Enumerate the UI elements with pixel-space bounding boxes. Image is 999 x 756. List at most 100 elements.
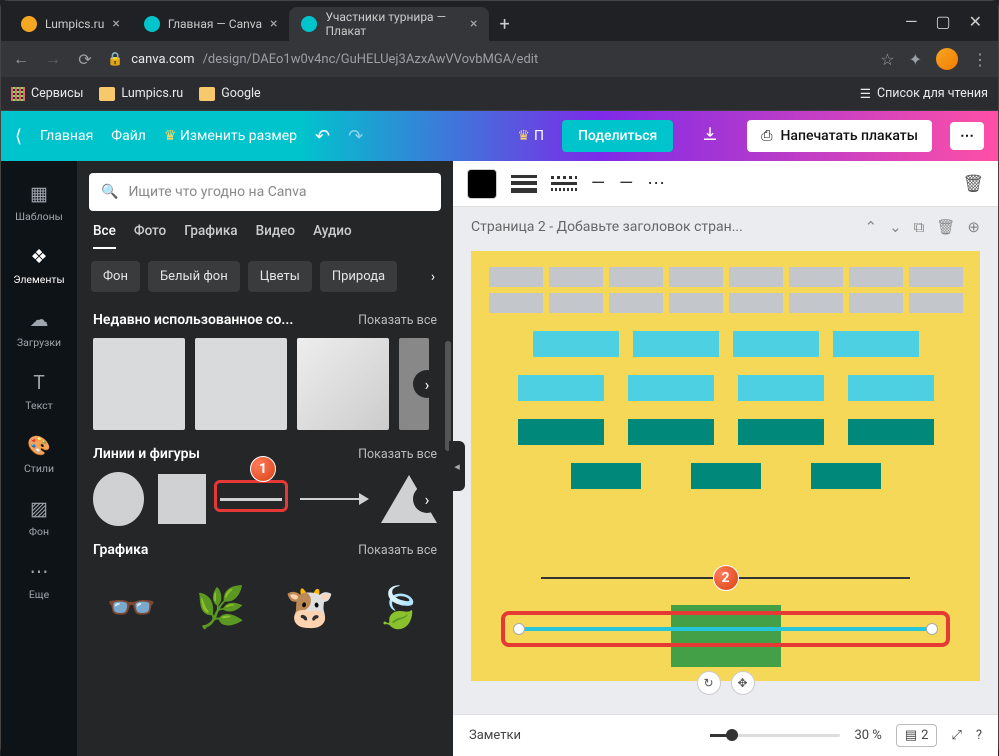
tab-canva-design[interactable]: Участники турнира — Плакат × <box>289 7 489 41</box>
tab-title: Главная — Canva <box>168 17 262 31</box>
rail-elements[interactable]: ❖Элементы <box>1 234 77 297</box>
chevron-right-icon[interactable]: › <box>413 370 441 398</box>
pro-badge[interactable]: ♛П <box>517 128 544 144</box>
section-recent: Недавно использованное со...Показать все… <box>77 304 453 438</box>
shape-square[interactable] <box>158 474 206 524</box>
workspace: ▦Шаблоны ❖Элементы ☁Загрузки TТекст 🎨Сти… <box>1 161 998 756</box>
canvas[interactable]: 2 ↻ ✥ <box>453 247 998 714</box>
resize-handle[interactable] <box>513 623 525 635</box>
duplicate-icon[interactable]: ⧉ <box>914 218 925 236</box>
graphic-item[interactable]: 🌿 <box>182 568 259 646</box>
tab-graphics[interactable]: Графика <box>184 223 237 249</box>
chip-whitebg[interactable]: Белый фон <box>148 261 240 292</box>
maximize-icon[interactable]: ▢ <box>935 12 950 31</box>
rail-text[interactable]: TТекст <box>1 360 77 423</box>
rail-uploads[interactable]: ☁Загрузки <box>1 297 77 360</box>
shape-arrow[interactable] <box>300 498 367 500</box>
add-page-icon[interactable]: ⊕ <box>967 218 980 236</box>
reading-list[interactable]: ☰Список для чтения <box>860 86 988 102</box>
rail-more[interactable]: ⋯Еще <box>1 549 77 612</box>
help-icon[interactable]: ? <box>976 728 982 743</box>
recent-thumb[interactable] <box>297 338 389 430</box>
resize-button[interactable]: Изменить размер <box>164 128 297 144</box>
selected-line[interactable] <box>517 627 934 631</box>
fullscreen-icon[interactable]: ⤢ <box>951 728 961 743</box>
print-button[interactable]: ⎙Напечатать плакаты <box>747 120 932 152</box>
graphic-item[interactable]: 🐮 <box>271 568 348 646</box>
chip-bg[interactable]: Фон <box>91 261 140 292</box>
bookmark-lumpics[interactable]: Lumpics.ru <box>99 86 183 101</box>
tab-lumpics[interactable]: Lumpics.ru × <box>9 7 132 41</box>
download-button[interactable] <box>691 119 729 153</box>
rotate-icon[interactable]: ↻ <box>697 671 721 695</box>
page-count[interactable]: ▤2 <box>896 724 938 747</box>
zoom-value[interactable]: 30 % <box>854 728 881 743</box>
poster-design[interactable]: 2 ↻ ✥ <box>471 251 980 681</box>
recent-thumb[interactable] <box>195 338 287 430</box>
rail-styles[interactable]: 🎨Стили <box>1 423 77 486</box>
move-icon[interactable]: ✥ <box>731 671 755 695</box>
bookmark-services[interactable]: Сервисы <box>11 86 83 101</box>
nav-file[interactable]: Файл <box>111 128 146 144</box>
resize-handle[interactable] <box>926 623 938 635</box>
chip-nature[interactable]: Природа <box>320 261 397 292</box>
bookmark-google[interactable]: Google <box>199 86 260 101</box>
window-controls: — ▢ ✕ <box>889 12 998 31</box>
search-input[interactable]: 🔍 Ищите что угодно на Canva <box>89 173 441 211</box>
more-button[interactable]: ⋯ <box>950 122 984 150</box>
close-icon[interactable]: × <box>470 16 477 32</box>
text-icon: T <box>33 371 44 394</box>
profile-avatar[interactable] <box>936 48 958 70</box>
delete-page-icon[interactable]: 🗑 <box>936 218 955 236</box>
graphic-item[interactable]: 🍃 <box>360 568 437 646</box>
extension-icon[interactable]: ✦ <box>909 50 922 69</box>
shape-circle[interactable] <box>93 472 144 526</box>
line-end-icon[interactable]: — <box>619 173 633 194</box>
chevron-right-icon[interactable]: › <box>413 485 441 513</box>
close-icon[interactable]: × <box>112 16 119 32</box>
chip-flowers[interactable]: Цветы <box>248 261 312 292</box>
zoom-slider[interactable] <box>710 734 840 737</box>
hatch-icon: ▨ <box>30 497 48 520</box>
recent-thumb[interactable] <box>93 338 185 430</box>
page-title[interactable]: Страница 2 - Добавьте заголовок стран... <box>471 219 853 235</box>
tab-photo[interactable]: Фото <box>134 223 166 249</box>
tab-audio[interactable]: Аудио <box>313 223 352 249</box>
url-field[interactable]: 🔒 canva.com/design/DAEo1w0v4nc/GuHELUej3… <box>107 52 868 67</box>
notes-button[interactable]: Заметки <box>469 728 521 743</box>
scrollbar[interactable] <box>445 341 451 451</box>
redo-icon[interactable]: ↷ <box>348 126 363 147</box>
line-style-icon[interactable] <box>551 172 577 196</box>
reload-icon[interactable]: ⟳ <box>75 50 95 69</box>
close-icon[interactable]: ✕ <box>969 12 982 31</box>
rail-background[interactable]: ▨Фон <box>1 486 77 549</box>
tab-video[interactable]: Видео <box>256 223 295 249</box>
annotation-badge-2: 2 <box>713 565 739 591</box>
show-all-link[interactable]: Показать все <box>358 313 437 328</box>
line-weight-icon[interactable] <box>511 172 537 196</box>
rail-templates[interactable]: ▦Шаблоны <box>1 171 77 234</box>
delete-icon[interactable]: 🗑 <box>962 174 984 194</box>
chevron-down-icon[interactable]: ⌄ <box>889 218 902 236</box>
undo-icon[interactable]: ↶ <box>315 126 330 147</box>
tab-all[interactable]: Все <box>93 223 116 249</box>
back-chevron-icon[interactable]: ⟨ <box>15 126 22 147</box>
line-start-icon[interactable]: — <box>591 173 605 194</box>
nav-home[interactable]: Главная <box>40 128 93 144</box>
color-swatch[interactable] <box>467 169 497 199</box>
elements-panel: 🔍 Ищите что угодно на Canva Все Фото Гра… <box>77 161 453 756</box>
tab-canva-home[interactable]: Главная — Canva × <box>132 7 290 41</box>
menu-icon[interactable]: ⋮ <box>972 50 988 69</box>
more-options-icon[interactable]: ⋯ <box>647 173 665 194</box>
close-icon[interactable]: × <box>270 16 277 32</box>
share-button[interactable]: Поделиться <box>562 120 673 152</box>
new-tab-button[interactable]: + <box>489 7 519 41</box>
show-all-link[interactable]: Показать все <box>358 447 437 462</box>
chevron-up-icon[interactable]: ⌃ <box>865 218 878 236</box>
back-icon[interactable]: ← <box>11 49 31 69</box>
show-all-link[interactable]: Показать все <box>358 543 437 558</box>
star-icon[interactable]: ☆ <box>880 50 894 69</box>
minimize-icon[interactable]: — <box>905 12 918 31</box>
chevron-right-icon[interactable]: › <box>419 263 447 291</box>
graphic-item[interactable]: 👓 <box>93 568 170 646</box>
